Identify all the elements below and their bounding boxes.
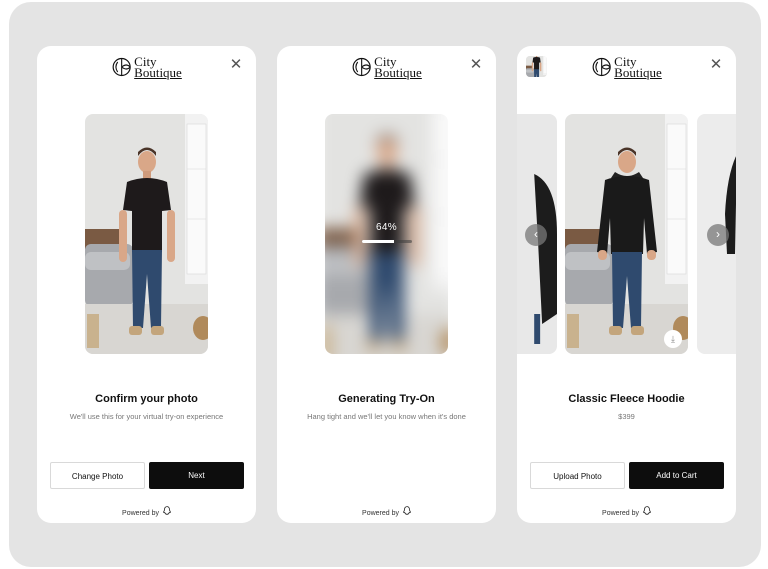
progress-percent: 64% (376, 222, 397, 233)
confirm-photo-screen: City Boutique ✕ Confirm your photo We'll… (37, 46, 256, 523)
powered-by: Powered by (517, 506, 736, 517)
screen-title: Generating Try-On (338, 393, 435, 405)
next-button[interactable]: Next (149, 462, 244, 489)
ghost-icon (402, 506, 412, 517)
screen-title: Confirm your photo (95, 393, 198, 405)
ghost-icon (162, 506, 172, 517)
user-photo-thumbnail[interactable] (526, 56, 547, 77)
close-icon[interactable]: ✕ (709, 57, 723, 72)
blurred-preview: 64% (325, 114, 448, 354)
upload-photo-button[interactable]: Upload Photo (530, 462, 625, 489)
brand-logo: City Boutique (351, 55, 422, 80)
download-icon[interactable]: ⤓ (664, 330, 682, 348)
add-to-cart-button[interactable]: Add to Cart (629, 462, 724, 489)
carousel-next-button[interactable]: › (707, 224, 729, 246)
product-title: Classic Fleece Hoodie (568, 393, 685, 405)
progress-indicator: 64% (325, 222, 448, 243)
boutique-monogram-icon (592, 57, 611, 77)
close-icon[interactable]: ✕ (469, 57, 483, 72)
brand-line2: Boutique (614, 65, 662, 80)
result-screen: City Boutique ✕ ⤓ ‹ › Classic Fleece Hoo… (517, 46, 736, 523)
progress-fill (361, 240, 394, 243)
powered-by: Powered by (37, 506, 256, 517)
progress-bar (361, 240, 412, 243)
brand-logo: City Boutique (111, 55, 182, 80)
boutique-monogram-icon (112, 57, 131, 77)
user-photo (85, 114, 208, 354)
brand-logo: City Boutique (591, 55, 662, 80)
brand-line2: Boutique (374, 65, 422, 80)
screen-subtitle: We'll use this for your virtual try-on e… (69, 412, 224, 421)
powered-by-label: Powered by (362, 510, 399, 517)
boutique-monogram-icon (352, 57, 371, 77)
ghost-icon (642, 506, 652, 517)
product-price: $399 (618, 412, 635, 421)
brand-line2: Boutique (134, 65, 182, 80)
generating-screen: City Boutique ✕ 64% Generating Try-On Ha… (277, 46, 496, 523)
close-icon[interactable]: ✕ (229, 57, 243, 72)
change-photo-button[interactable]: Change Photo (50, 462, 145, 489)
screen-subtitle: Hang tight and we'll let you know when i… (307, 412, 466, 421)
powered-by-label: Powered by (122, 510, 159, 517)
powered-by-label: Powered by (602, 510, 639, 517)
carousel-prev-button[interactable]: ‹ (525, 224, 547, 246)
powered-by: Powered by (277, 506, 496, 517)
tryon-result-image: ⤓ (565, 114, 688, 354)
